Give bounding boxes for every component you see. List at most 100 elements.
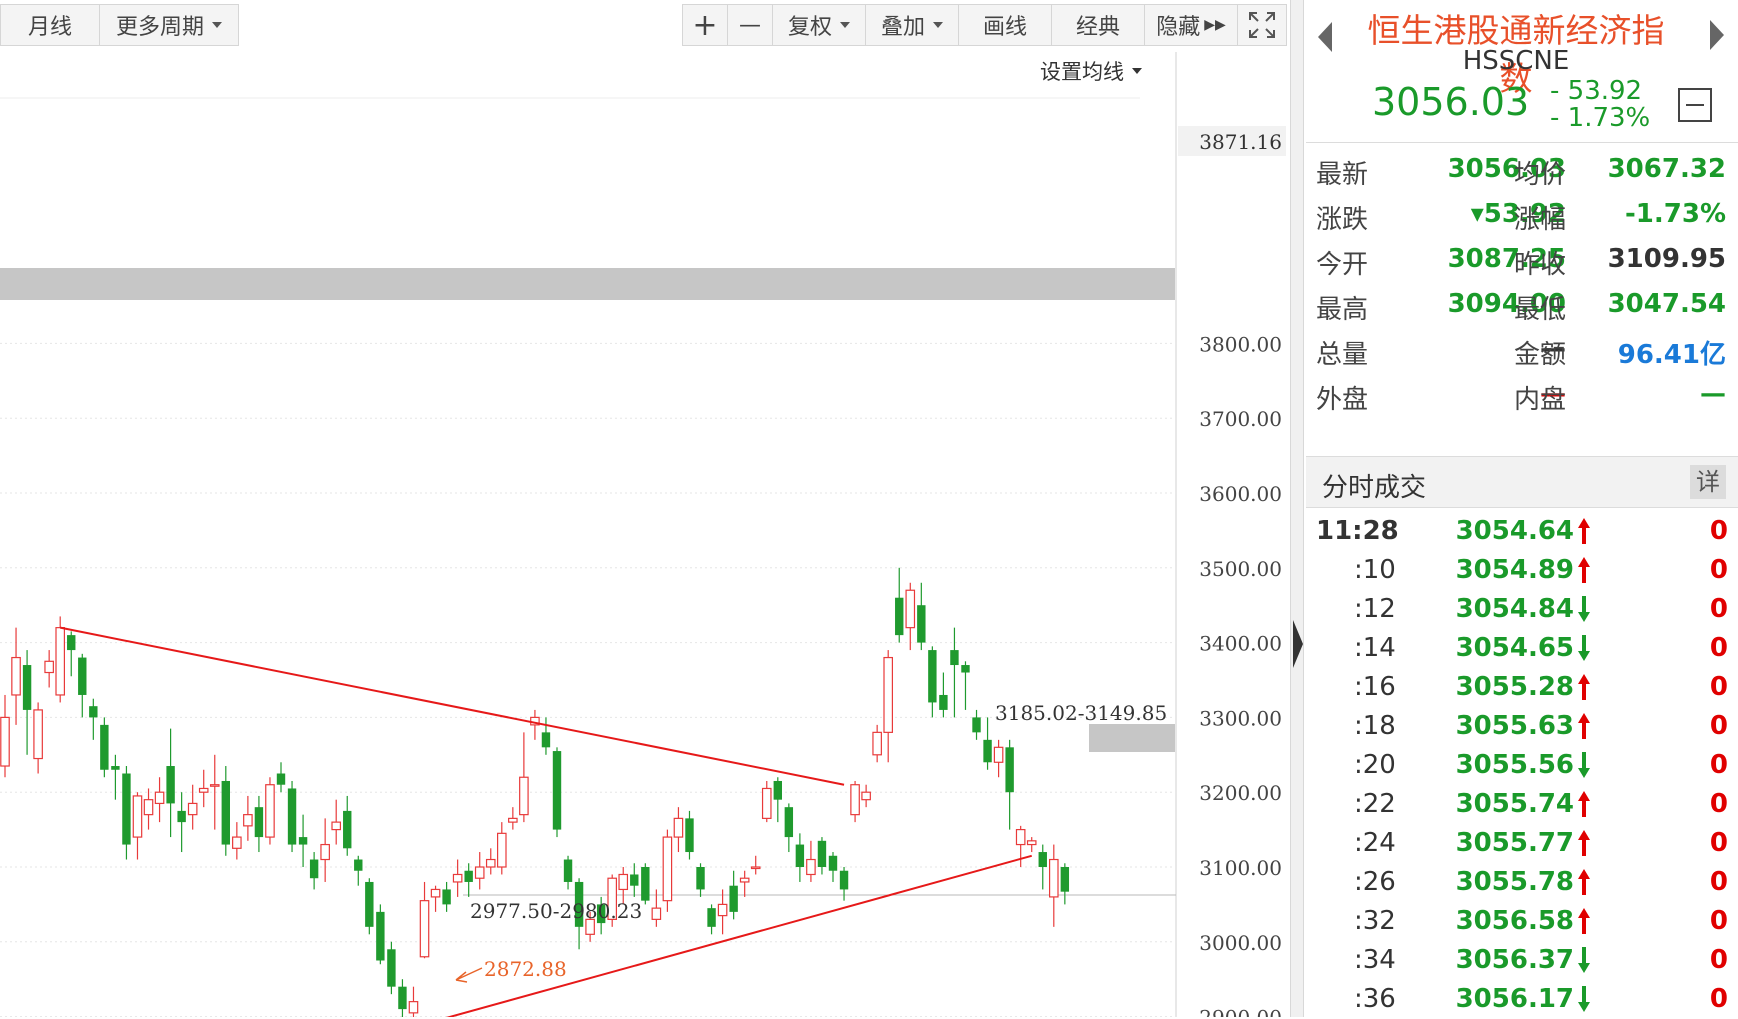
change-percent: - 1.73% bbox=[1550, 103, 1651, 133]
tick-time: :14 bbox=[1354, 633, 1396, 663]
candle bbox=[928, 646, 937, 718]
candle-body bbox=[630, 874, 639, 886]
gap-band bbox=[1089, 724, 1176, 752]
tick-label: 3700.00 bbox=[1199, 407, 1282, 431]
candle bbox=[78, 653, 87, 718]
tick-time: :20 bbox=[1354, 750, 1396, 780]
candle-body bbox=[850, 784, 860, 816]
candle bbox=[662, 829, 673, 912]
quote-header: 恒生港股通新经济指数 HSSCNE 3056.03 - 53.92 - 1.73… bbox=[1306, 0, 1738, 143]
candle bbox=[287, 780, 297, 853]
candle bbox=[0, 694, 10, 778]
collapse-arrow-icon[interactable] bbox=[1293, 620, 1303, 668]
candle-body bbox=[508, 817, 518, 823]
remove-watchlist-button[interactable] bbox=[1678, 88, 1712, 122]
tick-time: :16 bbox=[1354, 672, 1396, 702]
candle bbox=[685, 810, 694, 860]
tick-volume: 0 bbox=[1709, 711, 1728, 741]
tick-row: :36 3056.17 0 bbox=[1306, 980, 1738, 1019]
candles bbox=[0, 567, 1070, 1017]
tick-price: 3055.77 bbox=[1455, 828, 1574, 858]
candle-body bbox=[895, 597, 904, 636]
tick-time: :34 bbox=[1354, 945, 1396, 975]
candle bbox=[474, 852, 485, 890]
candle-body bbox=[1060, 867, 1070, 892]
tick-time: :18 bbox=[1354, 711, 1396, 741]
candle bbox=[365, 878, 374, 935]
candle-body bbox=[55, 627, 65, 696]
change-value: - 53.92 bbox=[1550, 76, 1643, 106]
candle bbox=[739, 870, 750, 897]
candle-body bbox=[1026, 840, 1037, 846]
tick-price: 3054.64 bbox=[1455, 516, 1574, 546]
resistance-band bbox=[0, 268, 1176, 300]
candle-body bbox=[298, 837, 308, 845]
panel-collapse-handle[interactable] bbox=[1290, 0, 1304, 1017]
tick-price: 3054.65 bbox=[1455, 633, 1574, 663]
next-index-arrow-icon[interactable] bbox=[1710, 20, 1724, 50]
candle-body bbox=[1038, 852, 1047, 867]
tick-label: 3500.00 bbox=[1199, 557, 1282, 581]
candle bbox=[89, 698, 98, 740]
candle-body bbox=[387, 949, 396, 987]
ticks-detail-button[interactable]: 详 bbox=[1690, 465, 1726, 499]
tick-time: :26 bbox=[1354, 867, 1396, 897]
candle bbox=[44, 650, 54, 688]
candle bbox=[166, 728, 175, 838]
candle-body bbox=[198, 787, 209, 793]
vol-label: 总量 bbox=[1316, 340, 1369, 370]
candle-body bbox=[939, 694, 948, 710]
tick-price: 3054.89 bbox=[1455, 555, 1574, 585]
arrow-up-icon bbox=[1578, 674, 1590, 700]
candle-body bbox=[552, 751, 562, 830]
candle-body bbox=[111, 766, 120, 770]
pct-value: -1.73% bbox=[1625, 199, 1726, 229]
tick-time: :36 bbox=[1354, 984, 1396, 1014]
tick-volume: 0 bbox=[1709, 594, 1728, 624]
prev-index-arrow-icon[interactable] bbox=[1318, 22, 1332, 52]
tick-label: 3100.00 bbox=[1199, 856, 1282, 880]
candle bbox=[563, 855, 573, 890]
candle-body bbox=[729, 885, 738, 912]
amt-value: 96.41亿 bbox=[1617, 340, 1726, 370]
candle bbox=[552, 747, 562, 838]
candle-body bbox=[519, 776, 529, 816]
arrow-up-icon bbox=[1578, 557, 1590, 583]
candle bbox=[11, 627, 21, 725]
candle-body bbox=[452, 873, 463, 883]
candle-body bbox=[33, 709, 43, 760]
candle bbox=[696, 863, 705, 897]
index-code: HSSCNE bbox=[1462, 46, 1570, 76]
candle-body bbox=[331, 821, 341, 831]
candle-body bbox=[398, 986, 407, 1010]
low-label: 最低 bbox=[1514, 295, 1567, 325]
candle-body bbox=[784, 807, 794, 838]
candle-body bbox=[773, 780, 782, 800]
candle-body bbox=[254, 807, 264, 838]
tick-row: :10 3054.89 0 bbox=[1306, 551, 1738, 590]
candle bbox=[895, 567, 904, 643]
tick-label: 2900.00 bbox=[1199, 1006, 1282, 1017]
candle bbox=[1005, 739, 1014, 830]
tick-label: 3400.00 bbox=[1199, 632, 1282, 656]
candle bbox=[717, 889, 728, 935]
current-price: 3056.03 bbox=[1372, 80, 1530, 124]
candle bbox=[950, 627, 959, 718]
tick-time: 11:28 bbox=[1316, 516, 1399, 546]
zone-low-label: 2977.50-2980.23 bbox=[470, 899, 642, 923]
candle bbox=[398, 979, 407, 1017]
arrow-down-icon bbox=[1578, 986, 1590, 1012]
candle bbox=[132, 792, 143, 860]
candle-body bbox=[662, 836, 673, 902]
latest-label: 最新 bbox=[1316, 160, 1369, 190]
kline-chart-area[interactable]: 月线 更多周期 + — 复权 叠加 画线 经典 隐藏 ▶▶ 设置均线 3800.0… bbox=[0, 0, 1290, 1017]
candle bbox=[243, 795, 253, 841]
candle-body bbox=[761, 787, 772, 819]
candle bbox=[354, 855, 363, 886]
candle bbox=[232, 822, 242, 860]
candle-body bbox=[983, 739, 992, 763]
candle-body bbox=[143, 799, 154, 816]
candle bbox=[773, 777, 782, 823]
candle-body bbox=[89, 706, 98, 718]
candlestick-chart[interactable]: 3800.00 3700.00 3600.00 3500.00 3400.00 3300.… bbox=[0, 0, 1290, 1017]
